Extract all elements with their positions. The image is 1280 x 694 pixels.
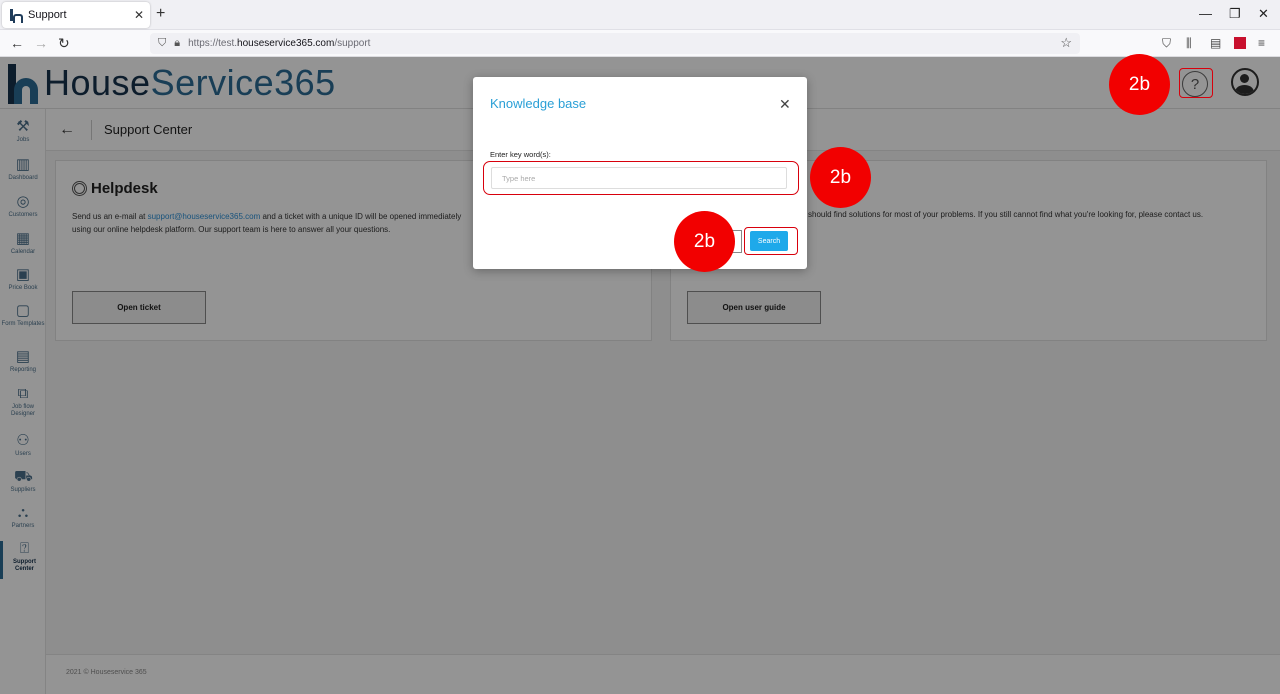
url-bar[interactable]: ⛉ 🔒︎ https://test.houseservice365.com/su… <box>150 33 1080 54</box>
close-tab-icon[interactable]: ✕ <box>134 8 144 22</box>
close-window-icon[interactable]: ✕ <box>1258 6 1269 22</box>
browser-navbar: ← → ↻ ⛉ 🔒︎ https://test.houseservice365.… <box>0 30 1280 57</box>
url-text: https://test.houseservice365.com/support <box>188 38 371 49</box>
tab-title: Support <box>28 9 67 21</box>
new-tab-icon[interactable]: + <box>156 5 165 23</box>
forward-icon[interactable]: → <box>34 35 48 51</box>
library-icon[interactable]: ⫼ <box>1186 36 1192 51</box>
sidebar-icon[interactable]: ▤ <box>1210 36 1221 50</box>
close-icon[interactable]: ✕ <box>779 96 791 113</box>
pocket-icon[interactable]: ⛉ <box>1162 36 1171 51</box>
input-highlight-box <box>483 161 799 195</box>
help-highlight-box <box>1179 68 1213 98</box>
browser-tabbar: Support ✕ + — ❐ ✕ <box>0 0 1280 30</box>
modal-title: Knowledge base <box>490 96 587 111</box>
reload-icon[interactable]: ↻ <box>58 35 70 52</box>
bookmark-star-icon[interactable]: ☆ <box>1060 35 1072 51</box>
step-badge: 2b <box>1109 54 1170 115</box>
search-highlight-box <box>744 227 798 255</box>
lock-icon: 🔒︎ <box>174 37 181 49</box>
menu-icon[interactable]: ≡ <box>1258 36 1265 50</box>
restore-icon[interactable]: ❐ <box>1229 6 1241 22</box>
minimize-icon[interactable]: — <box>1199 6 1212 21</box>
keyword-label: Enter key word(s): <box>490 150 551 159</box>
back-icon[interactable]: ← <box>10 35 24 51</box>
browser-tab[interactable]: Support ✕ <box>2 2 150 28</box>
pdf-extension-icon[interactable] <box>1234 37 1246 49</box>
step-badge: 2b <box>674 211 735 272</box>
step-badge: 2b <box>810 147 871 208</box>
favicon-icon <box>8 8 23 23</box>
shield-icon: ⛉ <box>158 37 167 49</box>
